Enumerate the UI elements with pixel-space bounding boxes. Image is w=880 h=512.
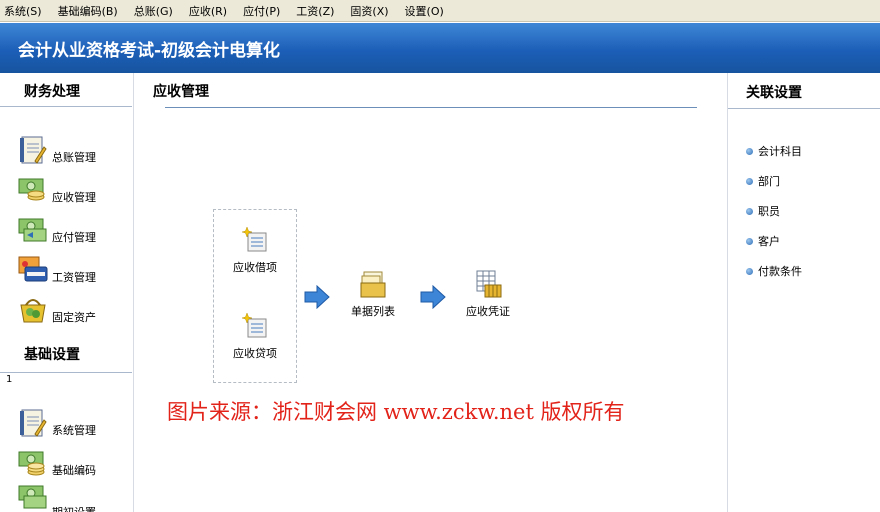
copyright-watermark: 图片来源：浙江财会网 www.zckw.net 版权所有 xyxy=(167,400,625,424)
coins-code-icon xyxy=(18,448,48,478)
basic-section-title: 基础设置 xyxy=(0,337,132,373)
link-label: 部门 xyxy=(758,175,780,188)
money-receive-icon xyxy=(18,175,48,205)
system-book-icon xyxy=(18,408,48,438)
flow-label: 应收贷项 xyxy=(233,347,277,360)
menu-bar: 系统(S) 基础编码(B) 总账(G) 应收(R) 应付(P) 工资(Z) 固资… xyxy=(0,0,880,22)
menu-fixed-assets[interactable]: 固资(X) xyxy=(350,3,388,19)
menu-system[interactable]: 系统(S) xyxy=(4,3,42,19)
nav-label: 应收管理 xyxy=(52,191,96,204)
flow-label: 应收凭证 xyxy=(466,305,510,318)
link-customers[interactable]: 客户 xyxy=(746,233,780,249)
app-title: 会计从业资格考试-初级会计电算化 xyxy=(18,41,281,61)
receivable-panel: 应收管理 应收借项 应收贷项 单据列表 应收凭证 图片来源：浙江财会网 www.… xyxy=(135,73,725,512)
menu-salary[interactable]: 工资(Z) xyxy=(296,3,334,19)
nav-receivable[interactable]: 应收管理 xyxy=(18,169,128,205)
app-title-bar: 会计从业资格考试-初级会计电算化 xyxy=(0,23,880,73)
nav-label: 工资管理 xyxy=(52,271,96,284)
left-sidebar: 财务处理 总账管理 应收管理 应付管理 工资管理 固定资产 基础设置 1 系统管… xyxy=(0,73,134,512)
related-settings-title: 关联设置 xyxy=(728,73,880,109)
nav-label: 应付管理 xyxy=(52,231,96,244)
link-account-subjects[interactable]: 会计科目 xyxy=(746,143,802,159)
menu-payable[interactable]: 应付(P) xyxy=(243,3,280,19)
flow-document-list[interactable]: 单据列表 xyxy=(351,269,395,319)
basket-assets-icon xyxy=(18,295,48,325)
flow-receivable-voucher[interactable]: 应收凭证 xyxy=(466,269,510,319)
nav-salary[interactable]: 工资管理 xyxy=(18,249,128,285)
voucher-icon xyxy=(473,269,503,299)
link-label: 客户 xyxy=(758,235,780,248)
link-label: 会计科目 xyxy=(758,145,802,158)
money-pay-icon xyxy=(18,215,48,245)
menu-settings[interactable]: 设置(O) xyxy=(405,3,444,19)
bullet-icon xyxy=(746,237,753,245)
nav-fixed-assets[interactable]: 固定资产 xyxy=(18,289,128,325)
link-label: 职员 xyxy=(758,205,780,218)
bullet-icon xyxy=(746,147,753,155)
debit-doc-icon xyxy=(240,225,270,255)
menu-general-ledger[interactable]: 总账(G) xyxy=(134,3,173,19)
bullet-icon xyxy=(746,207,753,215)
nav-label: 系统管理 xyxy=(52,424,96,437)
nav-initial-setup[interactable]: 期初设置 xyxy=(18,482,128,512)
panel-title: 应收管理 xyxy=(153,84,209,100)
finance-section-title: 财务处理 xyxy=(0,73,132,107)
money-init-icon xyxy=(18,482,48,512)
nav-label: 期初设置 xyxy=(52,482,96,512)
menu-basic-coding[interactable]: 基础编码(B) xyxy=(58,3,118,19)
flow-receivable-credit[interactable]: 应收贷项 xyxy=(233,311,277,361)
link-payment-terms[interactable]: 付款条件 xyxy=(746,263,802,279)
menu-receivable[interactable]: 应收(R) xyxy=(189,3,227,19)
nav-label: 总账管理 xyxy=(52,151,96,164)
nav-basic-coding[interactable]: 基础编码 xyxy=(18,442,128,478)
nav-label: 固定资产 xyxy=(52,311,96,324)
nav-label: 基础编码 xyxy=(52,464,96,477)
flow-receivable-debit[interactable]: 应收借项 xyxy=(233,225,277,275)
card-payroll-icon xyxy=(18,255,48,285)
nav-system-admin[interactable]: 系统管理 xyxy=(18,402,128,438)
flow-label: 应收借项 xyxy=(233,261,277,274)
document-list-icon xyxy=(358,269,388,299)
link-departments[interactable]: 部门 xyxy=(746,173,780,189)
arrow-right-icon xyxy=(304,285,330,309)
bullet-icon xyxy=(746,177,753,185)
ledger-book-icon xyxy=(18,135,48,165)
section-marker: 1 xyxy=(6,374,13,385)
nav-general-ledger[interactable]: 总账管理 xyxy=(18,129,128,165)
arrow-right-icon xyxy=(420,285,446,309)
flow-label: 单据列表 xyxy=(351,305,395,318)
credit-doc-icon xyxy=(240,311,270,341)
link-staff[interactable]: 职员 xyxy=(746,203,780,219)
title-divider xyxy=(165,107,697,108)
related-settings-panel: 关联设置 会计科目 部门 职员 客户 付款条件 xyxy=(727,73,880,512)
nav-payable[interactable]: 应付管理 xyxy=(18,209,128,245)
bullet-icon xyxy=(746,267,753,275)
link-label: 付款条件 xyxy=(758,265,802,278)
